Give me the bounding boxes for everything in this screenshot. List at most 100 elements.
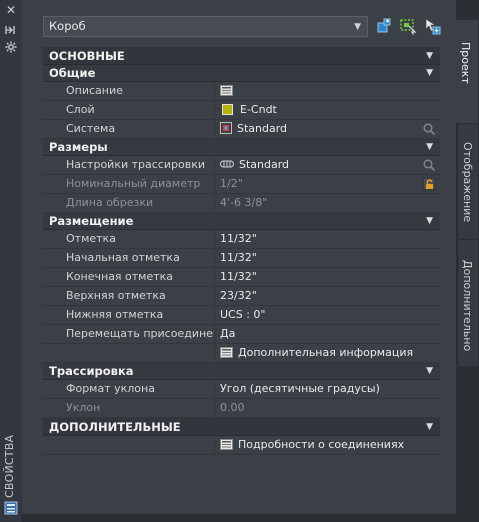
category-dimensions-label: Размеры xyxy=(49,140,108,154)
search-icon[interactable] xyxy=(422,158,436,172)
category-placement-label: Размещение xyxy=(49,214,134,228)
prop-routing-settings[interactable]: Настройки трассировки Standard xyxy=(43,156,440,175)
nominal-diameter-value: 1/2" xyxy=(220,177,243,190)
tab-additional-label: Дополнительно xyxy=(461,260,474,352)
left-strip: ✕ СВОЙСТВА xyxy=(0,0,23,522)
properties-panel: Короб ▼ ОСНОВНЫЕ ▼ Общие ▼ Описание Слой xyxy=(22,0,456,514)
lock-icon[interactable] xyxy=(422,177,436,191)
tab-project-label: Проект xyxy=(459,42,472,84)
prop-value[interactable]: E-Cndt xyxy=(216,101,440,119)
prop-start-elevation[interactable]: Начальная отметка 11/32" xyxy=(43,249,440,268)
palette-title: СВОЙСТВА xyxy=(3,434,16,498)
prop-end-elevation[interactable]: Конечная отметка 11/32" xyxy=(43,268,440,287)
category-extra[interactable]: ДОПОЛНИТЕЛЬНЫЕ ▼ xyxy=(43,418,440,436)
prop-label: Длина обрезки xyxy=(61,194,215,212)
prop-layer[interactable]: Слой E-Cndt xyxy=(43,101,440,120)
prop-value[interactable]: Угол (десятичные градусы) xyxy=(216,380,440,398)
properties-palette-icon[interactable] xyxy=(4,501,18,515)
prop-value: 0.00 xyxy=(220,401,245,414)
prop-label: Перемещать присоединенн... xyxy=(61,325,215,343)
system-value: Standard xyxy=(237,122,288,135)
gear-icon[interactable] xyxy=(4,41,18,55)
object-type-dropdown[interactable]: Короб ▼ xyxy=(43,16,368,37)
prop-value[interactable]: Да xyxy=(216,325,440,343)
category-extra-label: ДОПОЛНИТЕЛЬНЫЕ xyxy=(49,420,181,434)
object-type-value: Короб xyxy=(49,19,86,33)
prop-label xyxy=(61,344,215,362)
tab-additional[interactable]: Дополнительно xyxy=(457,240,478,366)
worksheet-icon xyxy=(220,346,233,358)
collapse-arrow-icon[interactable]: ▼ xyxy=(426,139,433,156)
prop-value[interactable] xyxy=(216,82,440,100)
collapse-arrow-icon[interactable]: ▼ xyxy=(426,65,433,82)
prop-cut-length: Длина обрезки 4'-6 3/8" xyxy=(43,194,440,213)
category-general-label: Общие xyxy=(49,66,96,80)
prop-value[interactable]: Standard xyxy=(216,156,440,174)
pickadd-toggle-icon[interactable] xyxy=(423,17,441,35)
prop-value: 4'-6 3/8" xyxy=(220,196,268,209)
prop-value[interactable]: 11/32" xyxy=(216,230,440,248)
search-icon[interactable] xyxy=(422,122,436,136)
prop-nominal-diameter[interactable]: Номинальный диаметр 1/2" xyxy=(43,175,440,194)
category-general[interactable]: Общие ▼ xyxy=(43,65,440,82)
description-editor-icon[interactable] xyxy=(220,84,233,96)
prop-value: 1/2" xyxy=(216,175,440,193)
category-main[interactable]: ОСНОВНЫЕ ▼ xyxy=(43,47,440,65)
additional-info-row[interactable]: Дополнительная информация xyxy=(43,344,440,363)
prop-value[interactable]: UCS : 0" xyxy=(216,306,440,324)
prop-label xyxy=(61,436,215,454)
category-main-label: ОСНОВНЫЕ xyxy=(49,49,125,63)
prop-slope: Уклон 0.00 xyxy=(43,399,440,418)
prop-system[interactable]: Система Standard xyxy=(43,120,440,139)
prop-label: Система xyxy=(61,120,215,138)
collapse-arrow-icon[interactable]: ▼ xyxy=(426,363,433,380)
close-icon[interactable]: ✕ xyxy=(4,3,18,17)
collapse-arrow-icon[interactable]: ▼ xyxy=(426,213,433,230)
layer-value: E-Cndt xyxy=(240,103,277,116)
category-dimensions[interactable]: Размеры ▼ xyxy=(43,139,440,156)
connection-details-button[interactable]: Подробности о соединениях xyxy=(216,436,440,454)
collapse-arrow-icon[interactable]: ▼ xyxy=(426,418,433,436)
prop-value[interactable]: 11/32" xyxy=(216,249,440,267)
prop-value[interactable]: Standard xyxy=(216,120,440,138)
category-placement[interactable]: Размещение ▼ xyxy=(43,213,440,230)
routing-icon xyxy=(220,160,234,168)
collapse-arrow-icon[interactable]: ▼ xyxy=(426,47,433,65)
property-grid: ОСНОВНЫЕ ▼ Общие ▼ Описание Слой E-Cndt … xyxy=(43,47,440,455)
prop-label: Уклон xyxy=(61,399,215,417)
prop-label: Начальная отметка xyxy=(61,249,215,267)
prop-label: Нижняя отметка xyxy=(61,306,215,324)
category-routing[interactable]: Трассировка ▼ xyxy=(43,363,440,380)
tab-display-label: Отображение xyxy=(461,142,474,223)
additional-info-button[interactable]: Дополнительная информация xyxy=(216,344,440,362)
chevron-down-icon: ▼ xyxy=(354,22,361,32)
tab-project[interactable]: Проект xyxy=(456,20,478,123)
prop-label: Отметка xyxy=(61,230,215,248)
prop-elevation[interactable]: Отметка 11/32" xyxy=(43,230,440,249)
tab-strip: Проект Отображение Дополнительно xyxy=(456,0,479,522)
prop-label: Верхняя отметка xyxy=(61,287,215,305)
pin-icon[interactable] xyxy=(4,24,18,38)
prop-label: Конечная отметка xyxy=(61,268,215,286)
category-routing-label: Трассировка xyxy=(49,364,134,378)
prop-value[interactable]: 23/32" xyxy=(216,287,440,305)
quick-select-icon[interactable] xyxy=(399,17,417,35)
prop-description[interactable]: Описание xyxy=(43,82,440,101)
prop-top-elevation[interactable]: Верхняя отметка 23/32" xyxy=(43,287,440,306)
prop-label: Формат уклона xyxy=(61,380,215,398)
prop-bottom-elevation[interactable]: Нижняя отметка UCS : 0" xyxy=(43,306,440,325)
system-icon xyxy=(220,122,232,134)
worksheet-icon xyxy=(220,438,233,450)
add-to-selection-icon[interactable] xyxy=(375,17,393,35)
connection-details-row[interactable]: Подробности о соединениях xyxy=(43,436,440,455)
routing-settings-value: Standard xyxy=(239,158,290,171)
prop-value[interactable]: 11/32" xyxy=(216,268,440,286)
tab-display[interactable]: Отображение xyxy=(457,124,478,239)
prop-slope-format[interactable]: Формат уклона Угол (десятичные градусы) xyxy=(43,380,440,399)
prop-label: Номинальный диаметр xyxy=(61,175,215,193)
prop-label: Слой xyxy=(61,101,215,119)
connection-details-label: Подробности о соединениях xyxy=(238,438,405,451)
layer-color-swatch-icon xyxy=(222,103,233,115)
prop-move-connected[interactable]: Перемещать присоединенн... Да xyxy=(43,325,440,344)
prop-label: Настройки трассировки xyxy=(61,156,215,174)
